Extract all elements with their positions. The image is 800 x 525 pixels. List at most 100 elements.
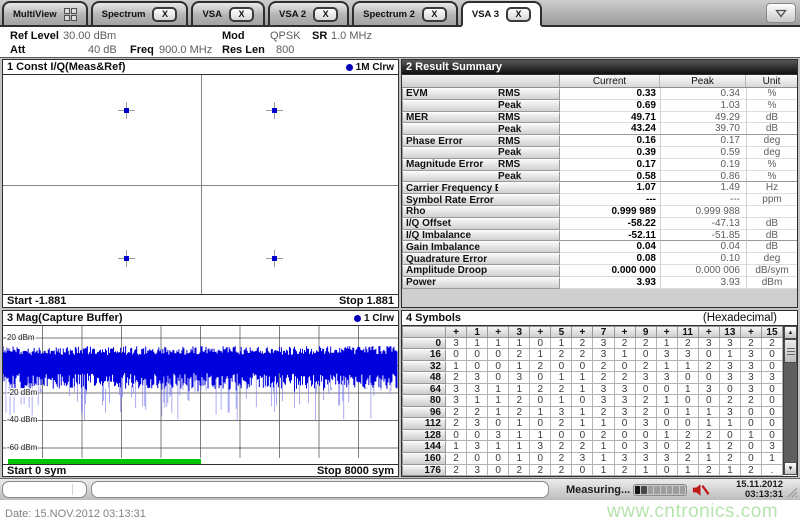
symbol-cell: 2 [677, 441, 699, 454]
const-window-header[interactable]: 1 Const I/Q(Meas&Ref) 1M Clrw [3, 60, 398, 75]
symbol-cell: 3 [740, 349, 762, 361]
result-unit: % [746, 170, 797, 183]
capture-trace-tag: 1 Clrw [353, 313, 394, 324]
symbol-cell: 1 [656, 360, 678, 373]
result-peak-value: 0.000 006 [660, 264, 746, 277]
symbol-cell: 1 [698, 441, 720, 454]
symbol-cell: 2 [467, 406, 489, 419]
symbol-cell: 2 [635, 406, 657, 419]
symbol-cell: 1 [719, 464, 741, 477]
result-current-value: 0.69 [560, 100, 660, 112]
symbols-row-label[interactable]: 112 [402, 418, 446, 430]
symbol-cell: 1 [509, 429, 531, 442]
symbol-cell: 0 [761, 429, 783, 442]
tab-close-button[interactable]: X [313, 6, 339, 22]
tab-close-button[interactable]: X [229, 6, 255, 22]
symbols-row-label[interactable]: 128 [402, 429, 446, 442]
att-value[interactable]: 40 dB [88, 44, 117, 56]
symbols-table: +1 +3 +5 +7 +9 +11 +13 +15 0 3 1 1 1 0 1 2 3 2 2 1 2 3 3 2 2 16 0… [402, 326, 783, 477]
tab-close-button[interactable]: X [421, 6, 447, 22]
result-peak-value: 0.34 [660, 88, 746, 100]
freq-value[interactable]: 900.0 MHz [159, 44, 212, 56]
result-unit: ppm [746, 194, 797, 206]
tab-spectrum-2[interactable]: Spectrum 2 X [352, 1, 458, 25]
symbol-cell: 0 [530, 337, 552, 350]
status-field-wide[interactable] [91, 481, 549, 498]
sr-value[interactable]: 1.0 MHz [331, 30, 372, 42]
symbols-row-label[interactable]: 96 [402, 406, 446, 419]
tab-close-button[interactable]: X [505, 6, 531, 22]
symbol-cell: 1 [593, 441, 615, 454]
symbol-cell: 2 [509, 464, 531, 477]
result-summary-header[interactable]: 2 Result Summary [402, 60, 797, 75]
result-row-label: I/Q Offset [402, 217, 560, 230]
symbol-cell: 1 [530, 406, 552, 419]
scrollbar-thumb[interactable] [784, 339, 797, 363]
capture-window-title: 3 Mag(Capture Buffer) [7, 312, 123, 324]
symbol-cell: 3 [446, 383, 468, 396]
symbols-row-label[interactable]: 0 [402, 337, 446, 350]
symbols-row-label[interactable]: 144 [402, 441, 446, 454]
symbols-row-label[interactable]: 16 [402, 349, 446, 361]
scrollbar-track[interactable] [784, 363, 797, 462]
symbol-cell: 0 [530, 418, 552, 430]
grid-square [63, 7, 70, 14]
symbol-cell: 1 [677, 360, 699, 373]
result-row: Peak 0.69 1.03% [402, 99, 797, 112]
symbols-row-label[interactable]: 48 [402, 372, 446, 384]
symbol-cell: 3 [677, 349, 699, 361]
point-dot [272, 255, 278, 261]
symbol-cell: 2 [740, 395, 762, 407]
result-unit: % [746, 99, 797, 112]
symbols-row-label[interactable]: 32 [402, 360, 446, 373]
const-axis-horizontal [3, 184, 398, 186]
ref-level-value[interactable]: 30.00 dBm [63, 30, 116, 42]
scroll-down-icon[interactable]: ▼ [784, 462, 797, 475]
symbols-row-label[interactable]: 80 [402, 395, 446, 407]
symbols-row-label[interactable]: 160 [402, 453, 446, 465]
symbol-cell: 0 [530, 372, 552, 384]
tab-vsa[interactable]: VSA X [191, 1, 266, 25]
result-summary-column-header: Current Peak Unit [402, 75, 797, 88]
symbol-cell: 0 [719, 429, 741, 442]
scroll-up-icon[interactable]: ▲ [784, 326, 797, 339]
status-field-small[interactable] [2, 481, 87, 498]
symbol-cell: 0 [488, 464, 510, 477]
symbol-cell: 1 [509, 418, 531, 430]
trace-dot-icon [345, 63, 353, 71]
tab-close-button[interactable]: X [152, 6, 178, 22]
tab-vsa-3[interactable]: VSA 3 X [460, 1, 542, 27]
capture-start-label: Start 0 sym [7, 464, 67, 477]
symbol-cell: 0 [740, 418, 762, 430]
result-peak-value: 39.70 [660, 123, 746, 136]
tab-overflow-button[interactable] [766, 3, 796, 23]
symbol-cell: 0 [488, 360, 510, 373]
symbol-cell: 0 [761, 383, 783, 396]
point-dot [272, 108, 278, 114]
tab-multiview[interactable]: MultiView [2, 1, 88, 25]
symbol-cell: 0 [677, 418, 699, 430]
symbols-row-label[interactable]: 64 [402, 383, 446, 396]
result-peak-value: -47.13 [660, 217, 746, 230]
capture-window-header[interactable]: 3 Mag(Capture Buffer) 1 Clrw [3, 311, 398, 326]
progress-bar [633, 484, 687, 496]
symbol-cell: 0 [467, 429, 489, 442]
symbols-row: 80 3 1 1 2 0 1 0 3 3 2 1 0 0 2 2 0 [402, 395, 783, 407]
mod-value[interactable]: QPSK [270, 30, 301, 42]
result-peak-value: 0.04 [660, 241, 746, 254]
res-len-value[interactable]: 800 [276, 44, 294, 56]
result-row-label: Amplitude Droop [402, 264, 560, 277]
tab-vsa-2[interactable]: VSA 2 X [268, 1, 350, 25]
symbol-cell: 1 [761, 453, 783, 465]
symbols-window-header[interactable]: 4 Symbols (Hexadecimal) [402, 311, 797, 326]
result-row: Rho 0.999 989 0.999 988 [402, 205, 797, 218]
symbol-cell: 2 [509, 395, 531, 407]
tab-spectrum[interactable]: Spectrum X [90, 1, 189, 25]
capture-plot: 20 dBm -20 dBm -40 dBm -60 dBm [3, 326, 398, 458]
resize-grip-icon[interactable] [787, 487, 798, 498]
symbols-scrollbar[interactable]: ▲ ▼ [783, 326, 797, 475]
symbol-cell: 2 [614, 337, 636, 350]
res-len-label: Res Len [222, 44, 265, 56]
result-param-name: Symbol Rate Error [406, 194, 494, 206]
symbols-row-label[interactable]: 176 [402, 464, 446, 477]
